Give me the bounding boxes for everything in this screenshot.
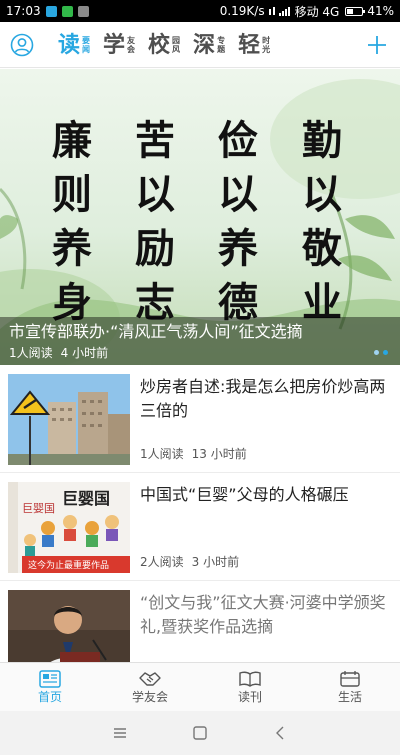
news-feed: 炒房者自述:我是怎么把房价炒高两三倍的 1人阅读 13 小时前 巨婴国 巨婴国 这…: [0, 365, 400, 662]
list-item[interactable]: 炒房者自述:我是怎么把房价炒高两三倍的 1人阅读 13 小时前: [0, 365, 400, 473]
calligraphy-char: 苦: [135, 117, 175, 164]
list-item[interactable]: 巨婴国 巨婴国 这今为止最重要作品 中国式“巨婴”父母的人格碾压 2人阅读 3 小…: [0, 473, 400, 581]
tab-du-news[interactable]: 读 要闻: [58, 34, 91, 56]
calligraphy-char: 养: [218, 225, 258, 272]
banner-caption: 市宣传部联办·“清风正气荡人间”征文选摘 1人阅读 4 小时前: [0, 317, 400, 365]
carrier-label: 移动 4G: [294, 4, 340, 19]
calligraphy-char: 俭: [218, 117, 258, 164]
bottom-tab-bar: 首页 学友会 读刊 生活: [0, 662, 400, 711]
battery-percent: 41%: [367, 4, 394, 18]
calligraphy-column: 廉 则 养 身: [42, 121, 102, 323]
home-button[interactable]: [178, 711, 222, 755]
calligraphy-text: 廉 则 养 身 苦 以 励 志 俭 以 养 德 勤 以 敬 业: [0, 69, 400, 323]
top-nav: 读 要闻 学 友会 校 园风 深 专题 轻 时光: [0, 22, 400, 68]
list-item[interactable]: “创文与我”征文大赛·河婆中学颁奖礼,暨获奖作品选摘: [0, 581, 400, 662]
user-profile-icon[interactable]: [0, 22, 44, 68]
tab-qing-time[interactable]: 轻 时光: [238, 34, 271, 56]
tab-label: 首页: [37, 690, 62, 704]
article-thumbnail: [8, 374, 130, 465]
article-title: 中国式“巨婴”父母的人格碾压: [140, 485, 349, 504]
tab-big-char: 深: [193, 31, 216, 58]
channel-tabs: 读 要闻 学 友会 校 园风 深 专题 轻 时光: [58, 34, 271, 56]
tab-home[interactable]: 首页: [0, 663, 100, 711]
article-thumbnail: 巨婴国 巨婴国 这今为止最重要作品: [8, 482, 130, 573]
user-icon-glyph: [10, 33, 34, 56]
article-meta: 1人阅读 13 小时前: [140, 445, 247, 462]
phone-notification-icon: [61, 5, 73, 17]
tab-big-char: 轻: [238, 31, 261, 58]
status-time: 17:03: [6, 4, 41, 18]
handshake-icon: [139, 672, 161, 686]
home-news-icon: [39, 670, 61, 688]
mail-notification-icon: [77, 5, 89, 17]
calligraphy-column: 勤 以 敬 业: [292, 121, 352, 323]
article-title: 炒房者自述:我是怎么把房价炒高两三倍的: [140, 377, 386, 420]
tab-xue-alumni[interactable]: 学 友会: [103, 34, 136, 56]
article-read-count: 2人阅读: [140, 555, 184, 569]
article-meta: 2人阅读 3 小时前: [140, 553, 239, 570]
banner-time: 4 小时前: [60, 346, 109, 360]
message-notification-icon: [45, 5, 57, 17]
tab-big-char: 学: [103, 31, 126, 58]
banner-read-count: 1人阅读: [9, 346, 53, 360]
battery-icon: [345, 6, 366, 16]
calligraphy-char: 以: [302, 171, 342, 218]
banner-carousel[interactable]: 廉 则 养 身 苦 以 励 志 俭 以 养 德 勤 以 敬 业 市宣传部联办·“…: [0, 69, 400, 365]
calligraphy-char: 以: [218, 171, 258, 218]
tab-reading[interactable]: 读刊: [200, 663, 300, 711]
carousel-dot-active[interactable]: [383, 350, 388, 355]
add-channel-plus-icon[interactable]: [354, 22, 400, 68]
book-side-text: 巨婴国: [22, 502, 55, 515]
article-thumbnail: [8, 590, 130, 662]
tab-small-label: 要闻: [82, 35, 91, 54]
article-title: “创文与我”征文大赛·河婆中学颁奖礼,暨获奖作品选摘: [140, 593, 386, 636]
life-icon: [340, 671, 360, 687]
speaker-photo-image: [8, 590, 130, 662]
tab-label: 学友会: [131, 690, 168, 704]
menu-button[interactable]: [98, 711, 142, 755]
tab-xiao-campus[interactable]: 校 园风: [148, 34, 181, 56]
back-chevron-icon: [276, 726, 284, 740]
calligraphy-char: 励: [135, 225, 175, 272]
article-time: 13 小时前: [191, 447, 247, 461]
plus-glyph: [368, 35, 386, 54]
article-read-count: 1人阅读: [140, 447, 184, 461]
system-nav-bar: [0, 711, 400, 755]
tab-big-char: 校: [148, 31, 171, 58]
calligraphy-column: 苦 以 励 志: [125, 121, 185, 323]
calligraphy-char: 以: [135, 171, 175, 218]
banner-meta: 1人阅读 4 小时前: [9, 344, 391, 362]
tab-small-label: 专题: [217, 35, 226, 54]
carousel-indicator: [374, 350, 388, 355]
tab-label: 生活: [337, 690, 362, 704]
carousel-dot[interactable]: [374, 350, 379, 355]
status-bar: 17:03 0.19K/s 移动 4G 41%: [0, 0, 400, 22]
calligraphy-char: 则: [52, 171, 92, 218]
tab-alumni[interactable]: 学友会: [100, 663, 200, 711]
tab-big-char: 读: [58, 31, 81, 58]
back-button[interactable]: [258, 711, 302, 755]
tab-life[interactable]: 生活: [300, 663, 400, 711]
banner-title: 市宣传部联办·“清风正气荡人间”征文选摘: [9, 322, 303, 341]
tab-small-label: 园风: [172, 35, 181, 54]
book-title-text: 巨婴国: [62, 489, 110, 508]
book-cover-image: 巨婴国 巨婴国 这今为止最重要作品: [8, 482, 130, 573]
menu-lines-icon: [114, 728, 126, 738]
tab-shen-topics[interactable]: 深 专题: [193, 34, 226, 56]
tab-small-label: 友会: [127, 35, 136, 54]
article-time: 3 小时前: [191, 555, 240, 569]
calligraphy-char: 养: [52, 225, 92, 272]
tab-label: 读刊: [237, 690, 262, 704]
calligraphy-char: 勤: [302, 117, 342, 164]
signal-icon: [268, 6, 290, 16]
tab-small-label: 时光: [262, 35, 271, 54]
network-speed: 0.19K/s: [219, 4, 265, 18]
calligraphy-char: 敬: [302, 225, 342, 272]
square-home-icon: [193, 726, 207, 740]
open-book-icon: [239, 671, 261, 687]
calligraphy-column: 俭 以 养 德: [208, 121, 268, 323]
apartment-buildings-image: [8, 374, 130, 465]
book-banner-text: 这今为止最重要作品: [28, 559, 109, 571]
calligraphy-char: 廉: [52, 117, 92, 164]
